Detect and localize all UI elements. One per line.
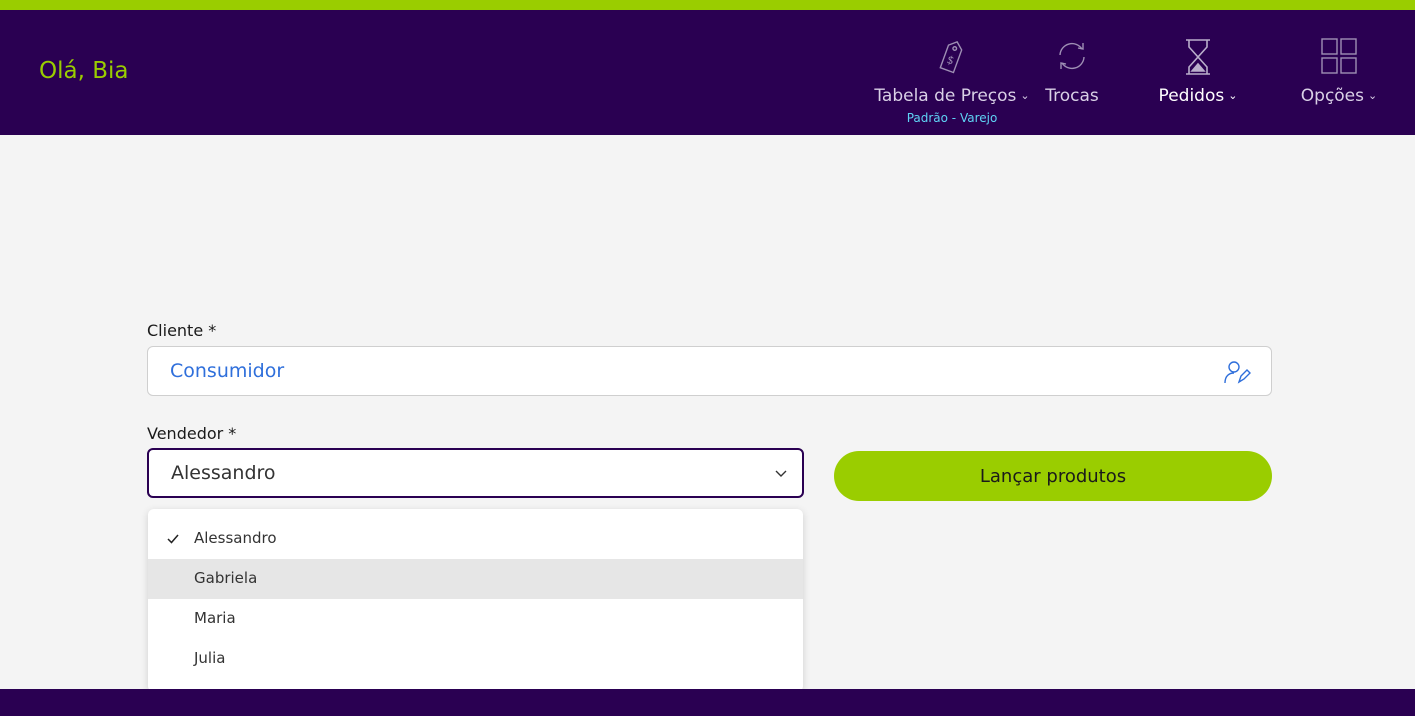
nav-price-table[interactable]: $ Tabela de Preços ⌄ Padrão - Varejo	[870, 10, 1034, 135]
app-header: Olá, Bia $ Tabela de Preços ⌄ Padrão - Va…	[0, 10, 1415, 135]
user-edit-icon[interactable]	[1223, 359, 1251, 385]
seller-dropdown-menu: Alessandro Gabriela Maria Julia	[148, 509, 803, 692]
seller-option[interactable]: Alessandro	[148, 519, 803, 559]
footer-bar	[0, 689, 1415, 716]
refresh-icon	[1059, 42, 1085, 70]
seller-option[interactable]: Maria	[148, 599, 803, 639]
seller-option[interactable]: Gabriela	[148, 559, 803, 599]
chevron-down-icon: ⌄	[1020, 89, 1030, 102]
svg-text:$: $	[945, 53, 956, 68]
price-table-subtitle: Padrão - Varejo	[906, 111, 998, 125]
client-label: Cliente *	[147, 321, 217, 340]
seller-select[interactable]: Alessandro	[147, 448, 804, 498]
seller-value: Alessandro	[171, 462, 276, 484]
launch-products-button[interactable]: Lançar produtos	[834, 451, 1272, 501]
nav-exchanges[interactable]: Trocas	[1040, 10, 1104, 135]
client-value: Consumidor	[170, 360, 285, 382]
chevron-down-icon: ⌄	[1368, 89, 1378, 102]
check-icon	[167, 534, 179, 544]
seller-option[interactable]: Julia	[148, 639, 803, 679]
grid-icon	[1321, 38, 1357, 74]
nav-orders[interactable]: Pedidos ⌄	[1150, 10, 1246, 135]
chevron-down-icon: ⌄	[1228, 89, 1238, 102]
price-tag-icon: $	[939, 41, 963, 74]
greeting: Olá, Bia	[39, 58, 129, 84]
chevron-down-icon	[775, 470, 787, 477]
hourglass-icon	[1186, 39, 1210, 75]
client-field[interactable]: Consumidor	[147, 346, 1272, 396]
seller-label: Vendedor *	[147, 424, 237, 443]
top-accent-strip	[0, 0, 1415, 10]
nav-options[interactable]: Opções ⌄	[1292, 10, 1386, 135]
